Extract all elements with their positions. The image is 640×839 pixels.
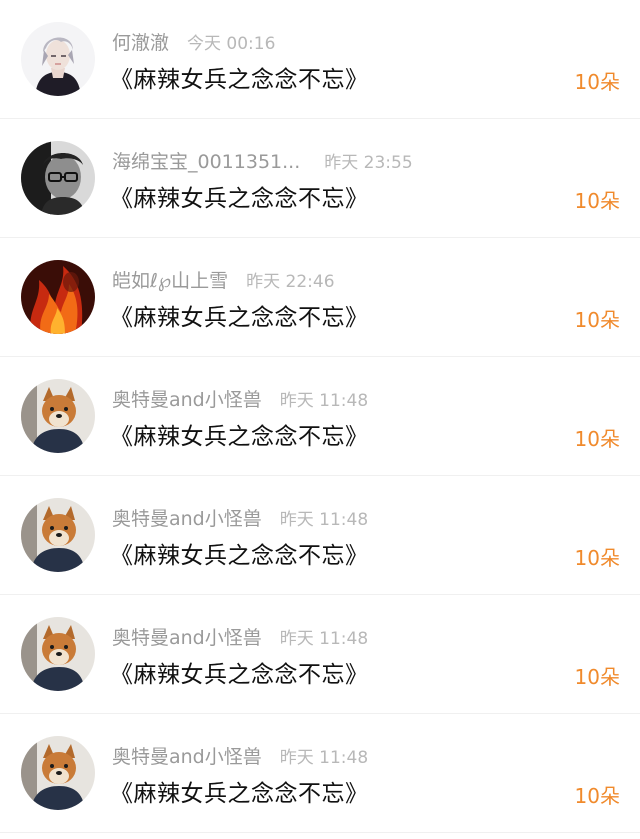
gift-count: 10朵 xyxy=(574,784,620,808)
message-text: 《麻辣女兵之念念不忘》 xyxy=(110,424,369,450)
message-text: 《麻辣女兵之念念不忘》 xyxy=(110,305,369,331)
avatar[interactable] xyxy=(21,141,95,215)
user-name[interactable]: 奥特曼and小怪兽 xyxy=(112,623,262,650)
message-text: 《麻辣女兵之念念不忘》 xyxy=(110,781,369,807)
gift-count: 10朵 xyxy=(574,70,620,94)
user-name[interactable]: 奥特曼and小怪兽 xyxy=(112,385,262,412)
meta-line: 奥特曼and小怪兽 昨天 11:48 xyxy=(112,623,368,653)
message-text: 《麻辣女兵之念念不忘》 xyxy=(110,186,369,212)
meta-line: 海绵宝宝_0011351... 昨天 23:55 xyxy=(112,147,413,177)
timestamp: 昨天 22:46 xyxy=(246,272,335,292)
message-text: 《麻辣女兵之念念不忘》 xyxy=(110,662,369,688)
user-name[interactable]: 何澈澈 xyxy=(112,28,169,55)
gift-count: 10朵 xyxy=(574,546,620,570)
avatar[interactable] xyxy=(21,617,95,691)
avatar[interactable] xyxy=(21,22,95,96)
list-item[interactable]: 皑如ℓ℘山上雪 昨天 22:46 《麻辣女兵之念念不忘》 10朵 xyxy=(0,238,640,357)
list-item[interactable]: 奥特曼and小怪兽 昨天 11:48 《麻辣女兵之念念不忘》 10朵 xyxy=(0,595,640,714)
gift-count: 10朵 xyxy=(574,308,620,332)
list-item[interactable]: 海绵宝宝_0011351... 昨天 23:55 《麻辣女兵之念念不忘》 10朵 xyxy=(0,119,640,238)
gift-count: 10朵 xyxy=(574,665,620,689)
bw-man-glasses-avatar xyxy=(21,141,95,215)
shiba-dog-avatar xyxy=(21,379,95,453)
fire-avatar xyxy=(21,260,95,334)
timestamp: 昨天 11:48 xyxy=(279,748,369,768)
anime-boy-avatar xyxy=(21,22,95,96)
message-text: 《麻辣女兵之念念不忘》 xyxy=(110,543,369,569)
avatar[interactable] xyxy=(21,498,95,572)
shiba-dog-avatar xyxy=(21,736,95,810)
user-name[interactable]: 奥特曼and小怪兽 xyxy=(112,504,262,531)
user-name[interactable]: 海绵宝宝_0011351... xyxy=(112,147,300,174)
timestamp: 昨天 11:48 xyxy=(279,629,369,649)
timestamp: 今天 00:16 xyxy=(187,34,276,54)
shiba-dog-avatar xyxy=(21,617,95,691)
gift-record-list: 何澈澈 今天 00:16 《麻辣女兵之念念不忘》 10朵 海绵宝宝_001135… xyxy=(0,0,640,839)
timestamp: 昨天 23:55 xyxy=(324,153,413,173)
list-item[interactable]: 奥特曼and小怪兽 昨天 11:48 《麻辣女兵之念念不忘》 10朵 xyxy=(0,357,640,476)
timestamp: 昨天 11:48 xyxy=(279,391,369,411)
user-name[interactable]: 奥特曼and小怪兽 xyxy=(112,742,262,769)
shiba-dog-avatar xyxy=(21,498,95,572)
user-name[interactable]: 皑如ℓ℘山上雪 xyxy=(112,266,228,293)
gift-count: 10朵 xyxy=(574,189,620,213)
meta-line: 奥特曼and小怪兽 昨天 11:48 xyxy=(112,385,368,415)
message-text: 《麻辣女兵之念念不忘》 xyxy=(110,67,369,93)
meta-line: 皑如ℓ℘山上雪 昨天 22:46 xyxy=(112,266,335,296)
avatar[interactable] xyxy=(21,379,95,453)
avatar[interactable] xyxy=(21,260,95,334)
list-item[interactable]: 奥特曼and小怪兽 昨天 11:48 《麻辣女兵之念念不忘》 10朵 xyxy=(0,476,640,595)
meta-line: 何澈澈 今天 00:16 xyxy=(112,28,275,58)
meta-line: 奥特曼and小怪兽 昨天 11:48 xyxy=(112,742,368,772)
gift-count: 10朵 xyxy=(574,427,620,451)
list-item[interactable]: 何澈澈 今天 00:16 《麻辣女兵之念念不忘》 10朵 xyxy=(0,0,640,119)
timestamp: 昨天 11:48 xyxy=(279,510,369,530)
meta-line: 奥特曼and小怪兽 昨天 11:48 xyxy=(112,504,368,534)
list-item[interactable]: 奥特曼and小怪兽 昨天 11:48 《麻辣女兵之念念不忘》 10朵 xyxy=(0,714,640,833)
avatar[interactable] xyxy=(21,736,95,810)
